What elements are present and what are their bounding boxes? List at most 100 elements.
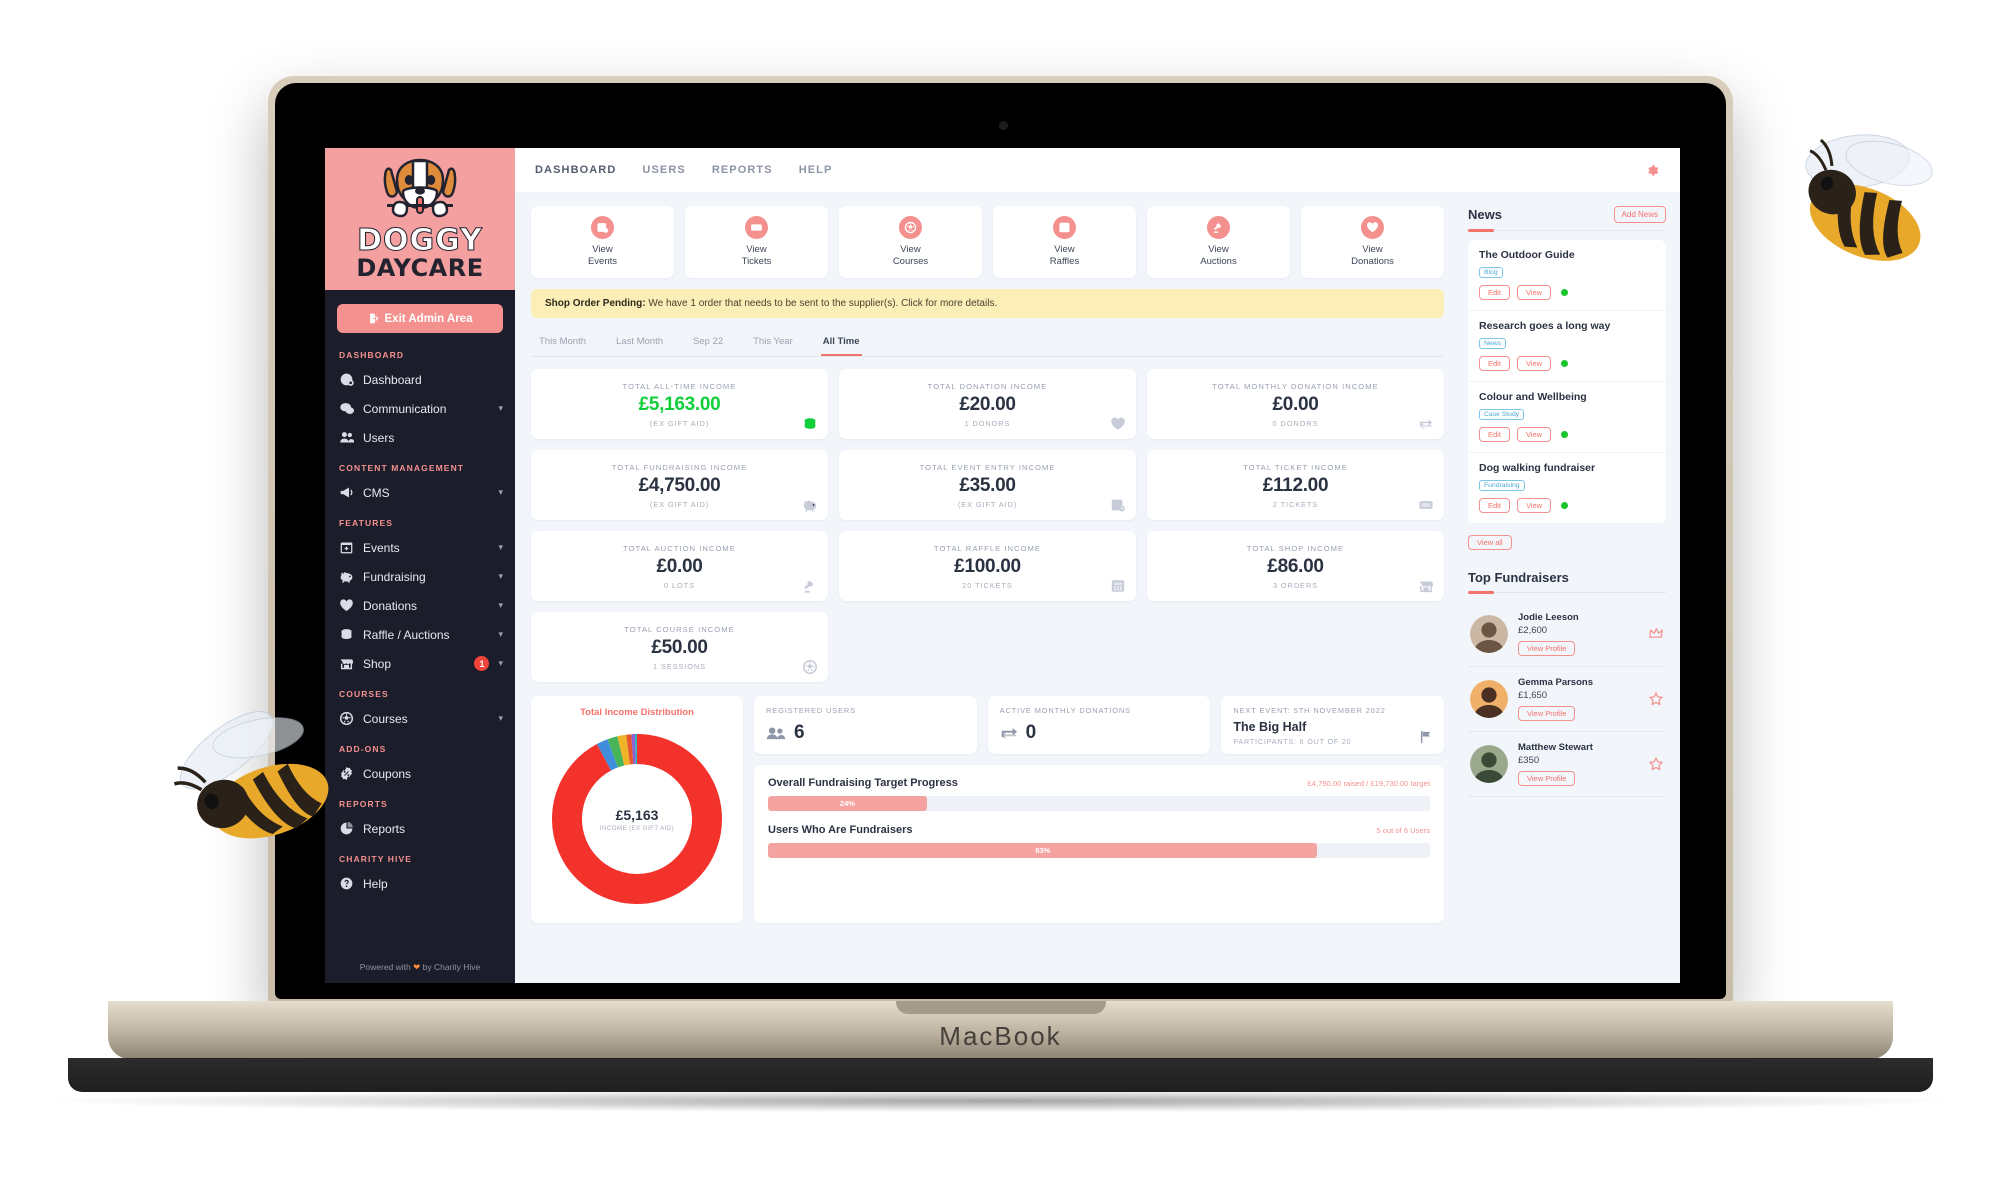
star-icon	[1648, 756, 1664, 772]
course-icon	[899, 216, 922, 240]
fundraiser-list-item: Matthew Stewart £350 View Profile	[1468, 732, 1666, 797]
settings-gear-button[interactable]	[1645, 163, 1660, 178]
filter-tab-this-year[interactable]: This Year	[751, 330, 795, 356]
star-icon	[1648, 691, 1664, 707]
donut-chart-title: Total Income Distribution	[580, 707, 694, 718]
tab-help[interactable]: HELP	[799, 164, 833, 176]
alert-bold-text: Shop Order Pending:	[545, 298, 646, 309]
view-all-news-button[interactable]: View all	[1468, 535, 1512, 550]
sidebar-item-dashboard[interactable]: Dashboard	[325, 365, 515, 394]
stat-sub: 0 DONORS	[1272, 419, 1319, 428]
quick-action-label: View Events	[588, 244, 617, 268]
donut-center-labels: £5,163 INCOME (EX GIFT AID)	[541, 726, 733, 912]
top-fundraisers-title: Top Fundraisers	[1468, 570, 1569, 585]
quick-action-label-1: View	[1362, 244, 1383, 256]
sidebar-item-label: Events	[363, 540, 400, 555]
coins-icon	[339, 627, 354, 642]
filter-tab-last-month[interactable]: Last Month	[614, 330, 665, 356]
news-edit-button[interactable]: Edit	[1479, 498, 1510, 513]
news-header: News Add News	[1468, 206, 1666, 223]
stat-label: TOTAL EVENT ENTRY INCOME	[919, 463, 1056, 472]
sidebar-item-events[interactable]: Events ▾	[325, 533, 515, 562]
view-all-news-wrap: View all	[1468, 532, 1666, 550]
exit-admin-area-button[interactable]: Exit Admin Area	[337, 304, 503, 333]
tab-dashboard[interactable]: DASHBOARD	[535, 164, 616, 176]
tab-users[interactable]: USERS	[642, 164, 685, 176]
top-nav-items: DASHBOARD USERS REPORTS HELP	[535, 164, 832, 176]
filter-tab-this-month[interactable]: This Month	[537, 330, 588, 356]
sidebar-item-communication[interactable]: Communication ▾	[325, 394, 515, 423]
news-view-button[interactable]: View	[1516, 427, 1552, 442]
sidebar-item-shop[interactable]: Shop 1 ▾	[325, 649, 515, 678]
status-badge	[1561, 431, 1569, 438]
progress-percent-label: 83%	[1035, 846, 1051, 855]
progress-bar-track: 83%	[768, 843, 1430, 858]
sidebar-item-label: Communication	[363, 401, 447, 416]
fundraisers-divider	[1468, 591, 1666, 594]
stat-label: TOTAL SHOP INCOME	[1246, 544, 1345, 553]
gear-icon	[1648, 164, 1659, 176]
piggy-bank-icon	[802, 497, 818, 513]
news-list-item: The Outdoor Guide Blog Edit View	[1468, 240, 1666, 311]
news-item-tag: Blog	[1479, 267, 1503, 278]
sidebar-item-cms[interactable]: CMS ▾	[325, 478, 515, 507]
filter-tab-sep-22[interactable]: Sep 22	[691, 330, 725, 356]
sidebar-item-fundraising[interactable]: Fundraising ▾	[325, 562, 515, 591]
stat-card: TOTAL RAFFLE INCOME £100.00 20 TICKETS	[838, 531, 1136, 601]
dashboard-icon	[339, 372, 354, 387]
stat-cards-grid: TOTAL ALL-TIME INCOME £5,163.00 (EX GIFT A…	[531, 369, 1444, 682]
avatar	[1470, 615, 1508, 653]
next-event-label: NEXT EVENT: 5TH NOVEMBER 2022	[1233, 706, 1386, 715]
calendar-clock-icon	[591, 216, 614, 240]
quick-action-tickets[interactable]: View Tickets	[685, 206, 828, 278]
quick-action-label-1: View	[592, 244, 613, 256]
stat-label: TOTAL FUNDRAISING INCOME	[611, 463, 748, 472]
fundraiser-amount: £350	[1518, 755, 1540, 766]
sidebar-item-raffle-auctions[interactable]: Raffle / Auctions ▾	[325, 620, 515, 649]
progress-card: Overall Fundraising Target Progress £4,75…	[754, 765, 1444, 923]
megaphone-icon	[339, 485, 354, 500]
quick-action-raffles[interactable]: View Raffles	[993, 206, 1136, 278]
tab-reports[interactable]: REPORTS	[712, 164, 773, 176]
active-monthly-donations-card: ACTIVE MONTHLY DONATIONS 0	[987, 696, 1211, 754]
news-edit-button[interactable]: Edit	[1479, 356, 1510, 371]
news-divider	[1468, 229, 1666, 232]
news-list-item: Research goes a long way News Edit View	[1468, 311, 1666, 382]
quick-action-courses[interactable]: View Courses	[839, 206, 982, 278]
filter-tab-all-time[interactable]: All Time	[820, 330, 862, 356]
view-profile-button[interactable]: View Profile	[1518, 706, 1576, 721]
ticket-icon	[1418, 497, 1434, 513]
powered-post: by Charity Hive	[420, 962, 481, 972]
quick-action-events[interactable]: View Events	[531, 206, 674, 278]
quick-action-donations[interactable]: View Donations	[1301, 206, 1444, 278]
news-view-button[interactable]: View	[1516, 285, 1552, 300]
quick-action-label: View Courses	[893, 244, 928, 268]
progress-bar-fill: 83%	[768, 843, 1318, 858]
stat-sub: (EX GIFT AID)	[649, 500, 710, 509]
news-view-button[interactable]: View	[1516, 498, 1552, 513]
stat-card: TOTAL FUNDRAISING INCOME £4,750.00 (EX GIF…	[531, 450, 828, 520]
view-profile-button[interactable]: View Profile	[1518, 771, 1576, 786]
stat-sub: 1 DONORS	[964, 419, 1011, 428]
stat-value: £100.00	[954, 556, 1021, 577]
top-navigation-bar: DASHBOARD USERS REPORTS HELP	[515, 148, 1680, 192]
view-profile-button[interactable]: View Profile	[1518, 641, 1576, 656]
news-edit-button[interactable]: Edit	[1479, 427, 1510, 442]
quick-action-label: View Tickets	[742, 244, 772, 268]
bottom-panels: Total Income Distribution £5,163 INCOME …	[531, 696, 1445, 923]
active-monthly-donations-label: ACTIVE MONTHLY DONATIONS	[999, 706, 1131, 715]
news-view-button[interactable]: View	[1516, 356, 1552, 371]
stat-card: TOTAL DONATION INCOME £20.00 1 DONORS	[838, 369, 1136, 439]
powered-pre: Powered with	[359, 962, 414, 972]
stat-sub: 2 TICKETS	[1272, 500, 1319, 509]
quick-action-auctions[interactable]: View Auctions	[1147, 206, 1290, 278]
news-edit-button[interactable]: Edit	[1479, 285, 1510, 300]
users-icon	[766, 726, 786, 740]
progress-percent-label: 24%	[839, 799, 855, 808]
sidebar-item-users[interactable]: Users	[325, 423, 515, 452]
add-news-button[interactable]: Add News	[1613, 206, 1666, 223]
registered-users-card: REGISTERED USERS 6	[754, 696, 977, 754]
stat-value: £112.00	[1262, 475, 1329, 496]
shop-order-pending-alert[interactable]: Shop Order Pending: We have 1 order that…	[531, 289, 1444, 318]
sidebar-item-donations[interactable]: Donations ▾	[325, 591, 515, 620]
